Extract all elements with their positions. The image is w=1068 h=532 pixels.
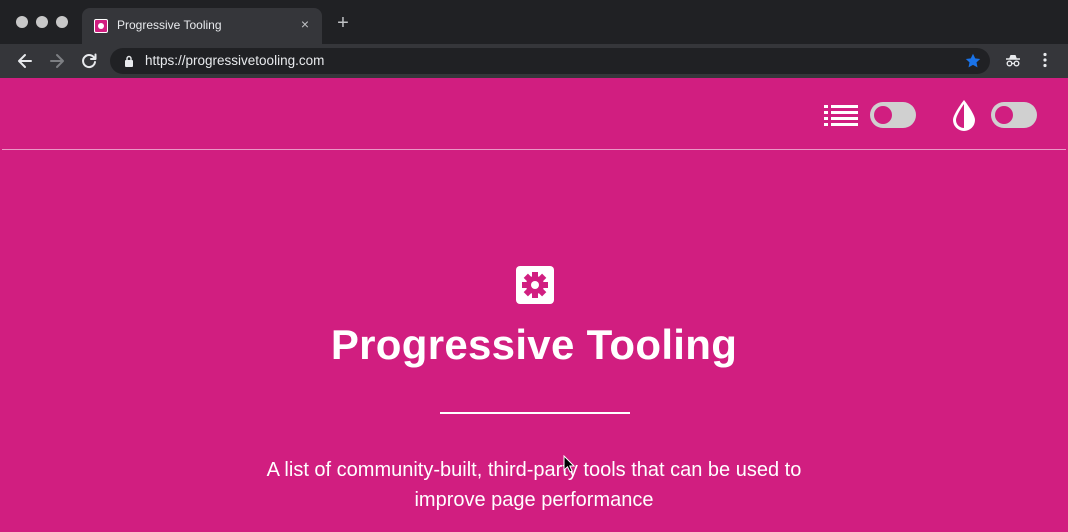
- page-title: Progressive Tooling: [330, 321, 738, 368]
- list-icon[interactable]: [824, 104, 860, 126]
- lock-icon: [125, 55, 133, 67]
- favicon-icon: [94, 19, 108, 33]
- close-window-button[interactable]: [16, 16, 28, 28]
- incognito-icon[interactable]: [1004, 51, 1022, 69]
- browser-toolbar: https://progressivetooling.com: [0, 44, 1068, 78]
- reload-icon[interactable]: [79, 51, 99, 71]
- maximize-window-button[interactable]: [56, 16, 68, 28]
- address-bar[interactable]: https://progressivetooling.com: [110, 48, 990, 74]
- tab-progressive-tooling[interactable]: Progressive Tooling ×: [82, 8, 322, 44]
- title-divider: [440, 412, 630, 414]
- new-tab-button[interactable]: +: [334, 13, 352, 33]
- browser-menu-icon[interactable]: [1036, 51, 1054, 69]
- toggle-knob: [874, 106, 892, 124]
- theme-toggle[interactable]: [991, 102, 1037, 128]
- gear-icon: [516, 266, 554, 304]
- browser-window: Progressive Tooling × + https://progress…: [0, 0, 1068, 532]
- tab-strip: Progressive Tooling × +: [0, 0, 1068, 44]
- list-view-toggle[interactable]: [870, 102, 916, 128]
- tab-title: Progressive Tooling: [117, 18, 222, 32]
- minimize-window-button[interactable]: [36, 16, 48, 28]
- mouse-cursor-icon: [563, 455, 575, 473]
- back-arrow-icon[interactable]: [15, 51, 35, 71]
- page-content: Progressive Tooling A list of community-…: [2, 78, 1066, 532]
- page-description: A list of community-built, third-party t…: [266, 459, 802, 511]
- bookmark-star-icon[interactable]: [964, 52, 982, 70]
- url-text: https://progressivetooling.com: [145, 53, 325, 68]
- tab-close-icon[interactable]: ×: [298, 17, 312, 31]
- page-header: [2, 78, 1066, 150]
- toggle-knob: [995, 106, 1013, 124]
- forward-arrow-icon[interactable]: [47, 51, 67, 71]
- drop-icon[interactable]: [950, 98, 978, 132]
